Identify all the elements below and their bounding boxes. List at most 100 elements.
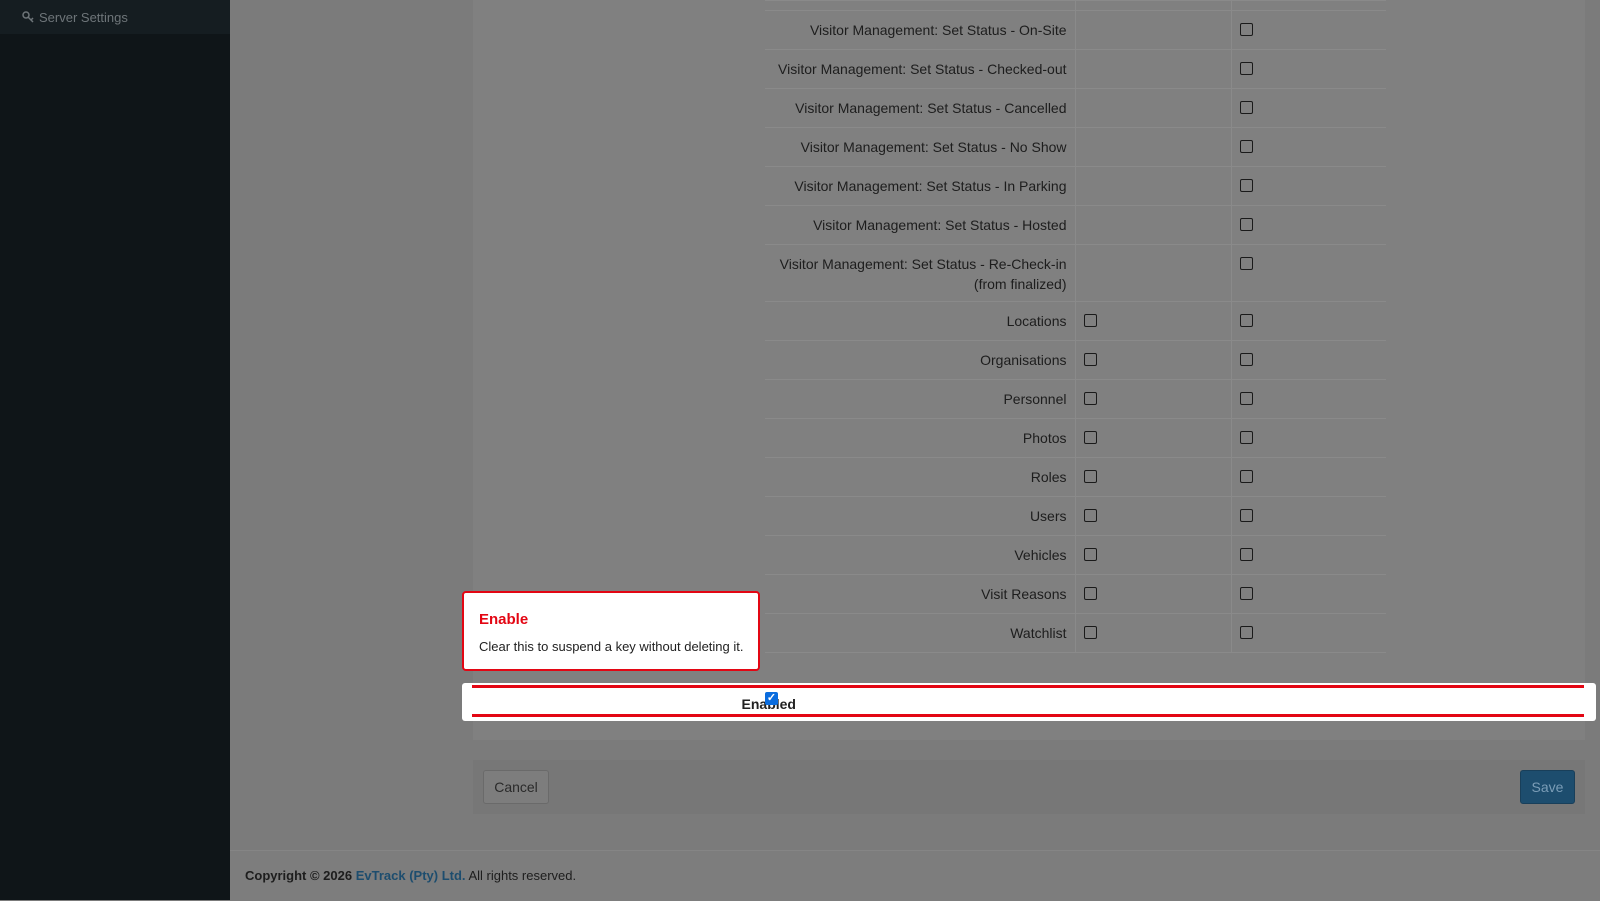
permission-label: Visitor Management: Set Status - No Show [765, 127, 1076, 167]
permission-cell [1231, 244, 1386, 302]
permission-cell [1231, 535, 1386, 575]
permission-checkbox[interactable] [1239, 392, 1253, 405]
permission-checkbox[interactable] [1239, 218, 1253, 231]
table-row: Visitor Management: Set Status - In Park… [765, 166, 1386, 206]
permission-checkbox[interactable] [1239, 353, 1253, 366]
permission-cell [1075, 418, 1232, 458]
permission-checkbox[interactable] [1083, 548, 1097, 561]
table-row: Vehicles [765, 535, 1386, 575]
tooltip-body: Clear this to suspend a key without dele… [479, 639, 744, 654]
tooltip: Enable Clear this to suspend a key witho… [462, 591, 760, 671]
permission-label: Visitor Management: Set Status - In Park… [765, 166, 1076, 206]
table-row: Visitor Management: Set Status - Hosted [765, 205, 1386, 245]
table-row: Visitor Management: Set Status - Cancell… [765, 88, 1386, 128]
permission-label: Visitor Management: Set Status - Checked… [765, 49, 1076, 89]
permission-cell [1075, 379, 1232, 419]
permission-checkbox[interactable] [1083, 626, 1097, 639]
permission-checkbox[interactable] [1239, 140, 1253, 153]
company-link[interactable]: EvTrack (Pty) Ltd. [356, 868, 466, 883]
permission-cell [1075, 10, 1232, 50]
permission-checkbox[interactable] [1239, 23, 1253, 36]
permission-cell [1231, 574, 1386, 614]
enabled-label: Enabled [676, 696, 796, 712]
copyright-text: Copyright © 2026 [245, 868, 353, 883]
permission-label [765, 0, 1076, 11]
permission-label: Organisations [765, 340, 1076, 380]
enabled-checkbox[interactable]: ✓ [765, 692, 778, 705]
permission-cell [1075, 574, 1232, 614]
permission-cell [1075, 613, 1232, 653]
permission-cell [1231, 205, 1386, 245]
permission-checkbox[interactable] [1083, 392, 1097, 405]
permission-cell [1075, 88, 1232, 128]
permission-label: Visitor Management: Set Status - Re-Chec… [765, 244, 1076, 302]
permission-checkbox[interactable] [1083, 470, 1097, 483]
permission-checkbox[interactable] [1239, 62, 1253, 75]
permission-checkbox[interactable] [1083, 314, 1097, 327]
permission-checkbox[interactable] [1239, 314, 1253, 327]
cancel-button[interactable]: Cancel [483, 770, 549, 804]
sidebar-item-server-settings[interactable]: Server Settings [0, 0, 230, 34]
permission-cell [1075, 340, 1232, 380]
permission-cell [1231, 49, 1386, 89]
rights-text: All rights reserved. [468, 868, 577, 883]
permission-label: Visitor Management: Set Status - Hosted [765, 205, 1076, 245]
permission-cell [1075, 496, 1232, 536]
permission-label: Visitor Management: Set Status - On-Site [765, 10, 1076, 50]
footer: Copyright © 2026 EvTrack (Pty) Ltd. All … [230, 850, 1600, 901]
permission-checkbox[interactable] [1239, 509, 1253, 522]
permission-checkbox[interactable] [1239, 101, 1253, 114]
permission-label: Visitor Management: Set Status - Cancell… [765, 88, 1076, 128]
table-row [765, 0, 1386, 11]
permission-cell [1075, 0, 1232, 11]
permission-checkbox[interactable] [1083, 587, 1097, 600]
key-icon [22, 11, 34, 23]
table-row: Visitor Management: Set Status - On-Site [765, 10, 1386, 50]
table-row: Watchlist [765, 613, 1386, 653]
permission-cell [1231, 0, 1386, 11]
table-row: Locations [765, 301, 1386, 341]
permission-cell [1075, 301, 1232, 341]
permission-cell [1231, 127, 1386, 167]
permission-cell [1231, 379, 1386, 419]
permission-label: Visit Reasons [765, 574, 1076, 614]
permission-checkbox[interactable] [1239, 587, 1253, 600]
save-button[interactable]: Save [1520, 770, 1575, 804]
action-bar: Cancel Save [473, 760, 1585, 814]
permission-checkbox[interactable] [1239, 431, 1253, 444]
permission-checkbox[interactable] [1083, 431, 1097, 444]
permission-cell [1231, 301, 1386, 341]
permission-checkbox[interactable] [1239, 548, 1253, 561]
permission-checkbox[interactable] [1083, 353, 1097, 366]
permission-label: Watchlist [765, 613, 1076, 653]
permission-cell [1231, 10, 1386, 50]
permission-checkbox[interactable] [1239, 179, 1253, 192]
permission-cell [1231, 166, 1386, 206]
permission-cell [1075, 49, 1232, 89]
permission-cell [1231, 340, 1386, 380]
enabled-highlight [472, 685, 1584, 717]
permission-cell [1231, 88, 1386, 128]
permission-label: Personnel [765, 379, 1076, 419]
permission-cell [1231, 418, 1386, 458]
permission-cell [1075, 127, 1232, 167]
enabled-row: Enabled ✓ [462, 683, 1596, 721]
permission-cell [1075, 205, 1232, 245]
table-row: Visitor Management: Set Status - Re-Chec… [765, 244, 1386, 302]
table-row: Organisations [765, 340, 1386, 380]
footer-text: Copyright © 2026 EvTrack (Pty) Ltd. All … [245, 868, 576, 883]
permission-label: Roles [765, 457, 1076, 497]
permission-cell [1231, 457, 1386, 497]
permission-cell [1075, 166, 1232, 206]
tooltip-title: Enable [479, 611, 529, 628]
permission-checkbox[interactable] [1239, 257, 1253, 270]
sidebar-item-label: Server Settings [39, 9, 128, 25]
permission-checkbox[interactable] [1239, 470, 1253, 483]
table-row: Personnel [765, 379, 1386, 419]
permission-checkbox[interactable] [1083, 509, 1097, 522]
permission-checkbox[interactable] [1239, 626, 1253, 639]
permission-cell [1231, 496, 1386, 536]
permission-cell [1075, 244, 1232, 302]
permission-label: Photos [765, 418, 1076, 458]
permission-cell [1075, 457, 1232, 497]
